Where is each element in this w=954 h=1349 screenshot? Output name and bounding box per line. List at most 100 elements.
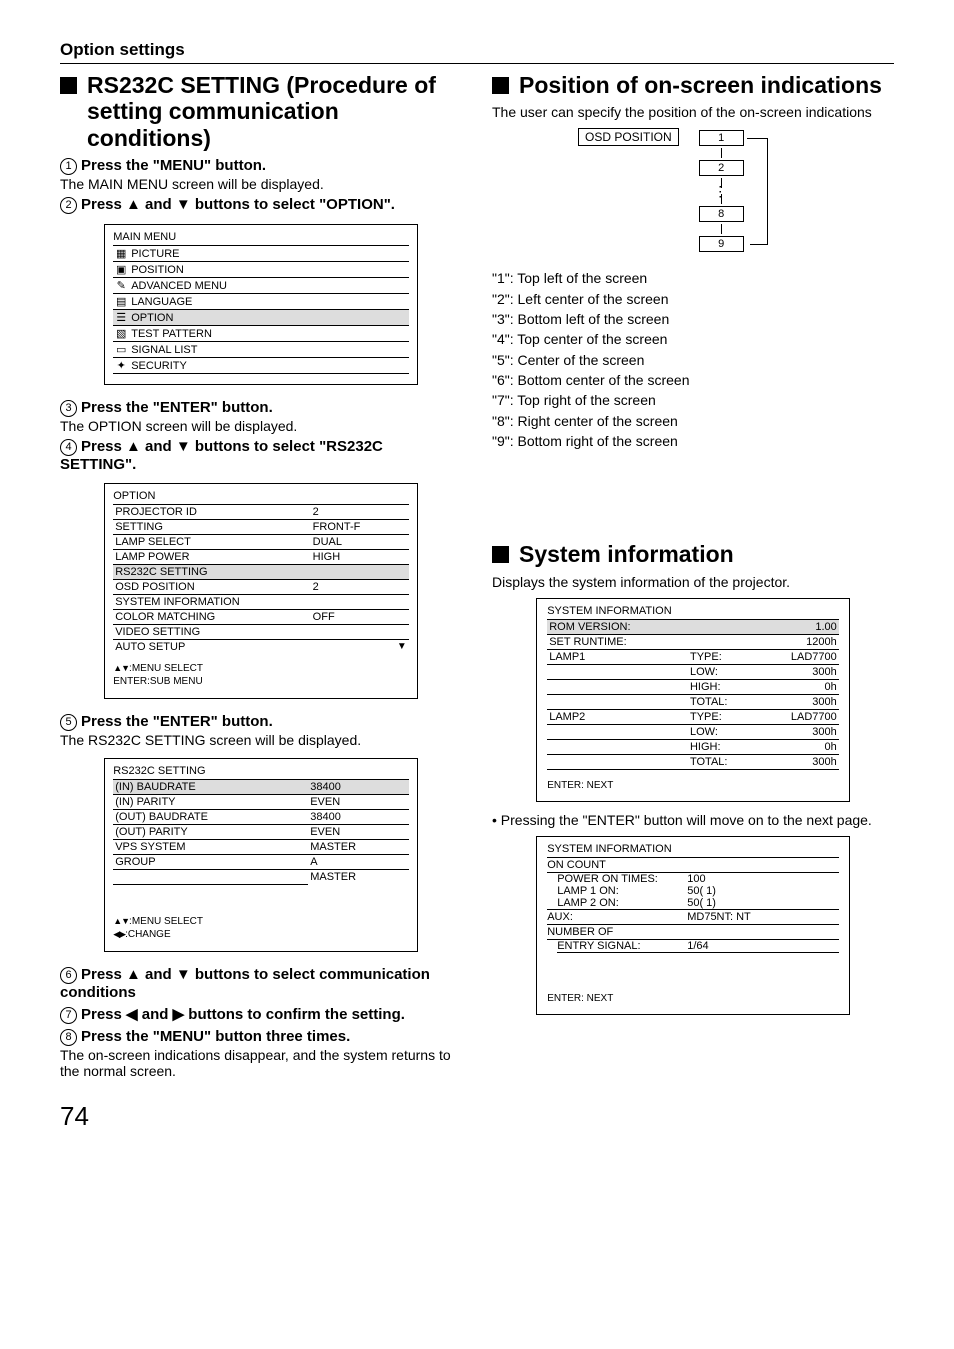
rs-k: (OUT) PARITY [113, 825, 308, 840]
advanced-icon: ✎ [113, 278, 129, 294]
step-7-head: Press ◀ and ▶ buttons to confirm the set… [81, 1006, 405, 1023]
hint-text: :CHANGE [125, 929, 171, 940]
sys-cell [547, 754, 688, 769]
opt-k: COLOR MATCHING [113, 610, 310, 625]
option-menu-table: PROJECTOR ID2 SETTINGFRONT-F LAMP SELECT… [113, 504, 409, 654]
osd-value-box: 2 [699, 160, 744, 176]
position-heading: Position of on-screen indications [492, 72, 894, 98]
step-3-head: Press the "ENTER" button. [81, 399, 273, 416]
step-2: 2Press ▲ and ▼ buttons to select "OPTION… [60, 196, 462, 214]
rs-k: (OUT) BAUDRATE [113, 810, 308, 825]
sys-cell: LOW: [688, 724, 756, 739]
step-number-icon: 7 [60, 1007, 77, 1024]
step-number-icon: 1 [60, 158, 77, 175]
sys-cell [688, 619, 756, 634]
rs-v: 38400 [308, 780, 409, 795]
sys1-table: ROM VERSION:1.00 SET RUNTIME:1200h LAMP1… [547, 619, 839, 770]
sys1-next: ENTER: NEXT [547, 780, 839, 791]
rs-v: 38400 [308, 810, 409, 825]
rs232c-menu-box: RS232C SETTING (IN) BAUDRATE38400 (IN) P… [104, 758, 418, 952]
osd-value-box: 9 [699, 236, 744, 252]
bracket-line [750, 138, 768, 245]
opt-v: OFF [311, 610, 409, 625]
enter-note: • Pressing the "ENTER" button will move … [492, 812, 894, 828]
opt-v: HIGH [311, 550, 409, 565]
sys2-value: 50( 1) [687, 885, 716, 897]
position-item: "2": Left center of the screen [492, 289, 894, 309]
sys2-category: NUMBER OF [547, 925, 839, 940]
opt-k: VIDEO SETTING [113, 625, 409, 640]
system-info-box-1: SYSTEM INFORMATION ROM VERSION:1.00 SET … [536, 598, 850, 802]
sys2-label: LAMP 2 ON: [557, 897, 687, 909]
square-bullet-icon [60, 77, 77, 94]
sys2-aux-row: AUX:MD75NT: NT [547, 909, 839, 925]
option-menu-title: OPTION [113, 490, 409, 502]
rs232c-menu-table: (IN) BAUDRATE38400 (IN) PARITYEVEN (OUT)… [113, 779, 409, 885]
sys-cell: LAMP1 [547, 649, 688, 664]
sys-cell: 1.00 [756, 619, 838, 634]
rs-k: VPS SYSTEM [113, 840, 308, 855]
rs-v: MASTER [308, 840, 409, 855]
sys2-category: ON COUNT [547, 857, 839, 873]
rs-k: (IN) BAUDRATE [113, 780, 308, 795]
sys-cell: 0h [756, 739, 838, 754]
page-section-heading: Option settings [60, 40, 894, 64]
rs232c-heading: RS232C SETTING (Procedure of setting com… [60, 72, 462, 151]
sys-cell: 1200h [756, 634, 838, 649]
step-number-icon: 5 [60, 714, 77, 731]
step-7: 7Press ◀ and ▶ buttons to confirm the se… [60, 1005, 462, 1024]
connector-line [721, 148, 722, 158]
sys2-aux-label: AUX: [547, 911, 687, 923]
step-3-sub: The OPTION screen will be displayed. [60, 418, 462, 434]
hint-text: :MENU SELECT [129, 916, 203, 927]
sys-cell: 300h [756, 694, 838, 709]
sys-cell: 300h [756, 754, 838, 769]
sys2-title: SYSTEM INFORMATION [547, 843, 839, 855]
rs-v: EVEN [308, 825, 409, 840]
position-icon: ▣ [113, 262, 129, 278]
sys2-label: LAMP 1 ON: [557, 885, 687, 897]
signal-list-icon: ▭ [113, 342, 129, 358]
step-number-icon: 4 [60, 439, 77, 456]
step-4: 4Press ▲ and ▼ buttons to select "RS232C… [60, 438, 462, 473]
opt-v: 2 [311, 505, 409, 520]
system-info-heading-text: System information [519, 541, 734, 567]
sys-cell: LAMP2 [547, 709, 688, 724]
sys2-value: 100 [687, 873, 705, 885]
menu-item: SIGNAL LIST [129, 342, 409, 358]
opt-k-selected: RS232C SETTING [113, 565, 409, 580]
position-item: "5": Center of the screen [492, 350, 894, 370]
step-1-head: Press the "MENU" button. [81, 157, 266, 174]
opt-k: SETTING [113, 520, 310, 535]
left-column: RS232C SETTING (Procedure of setting com… [60, 72, 462, 1083]
step-6-head: Press ▲ and ▼ buttons to select communic… [60, 966, 430, 1001]
rs-v: MASTER [308, 870, 409, 885]
sys-cell: TYPE: [688, 709, 756, 724]
scroll-down-icon: ▼ [397, 641, 407, 652]
step-2-head: Press ▲ and ▼ buttons to select "OPTION"… [81, 196, 395, 213]
opt-k: PROJECTOR ID [113, 505, 310, 520]
main-menu-table: ▦PICTURE ▣POSITION ✎ADVANCED MENU ▤LANGU… [113, 245, 409, 374]
step-1: 1Press the "MENU" button. The MAIN MENU … [60, 157, 462, 192]
rs232c-heading-text: RS232C SETTING (Procedure of setting com… [87, 72, 462, 151]
sys-cell: LAD7700 [756, 649, 838, 664]
connector-line [721, 194, 722, 204]
sys2-label: POWER ON TIMES: [557, 873, 687, 885]
step-number-icon: 2 [60, 197, 77, 214]
up-down-icon: ▲▼ [113, 916, 129, 926]
rs-k [113, 870, 308, 885]
menu-item: LANGUAGE [129, 294, 409, 310]
right-column: Position of on-screen indications The us… [492, 72, 894, 1083]
step-1-sub: The MAIN MENU screen will be displayed. [60, 176, 462, 192]
step-5-head: Press the "ENTER" button. [81, 713, 273, 730]
rs232c-menu-hint: ▲▼:MENU SELECT ◀▶:CHANGE [113, 915, 409, 941]
opt-v: 2 [311, 580, 409, 595]
main-menu-box: MAIN MENU ▦PICTURE ▣POSITION ✎ADVANCED M… [104, 224, 418, 385]
sys-cell: TOTAL: [688, 694, 756, 709]
sys-cell [547, 664, 688, 679]
opt-v: FRONT-F [311, 520, 409, 535]
sys-cell: LAD7700 [756, 709, 838, 724]
step-8: 8Press the "MENU" button three times. Th… [60, 1028, 462, 1079]
security-icon: ✦ [113, 358, 129, 374]
step-5-sub: The RS232C SETTING screen will be displa… [60, 732, 462, 748]
